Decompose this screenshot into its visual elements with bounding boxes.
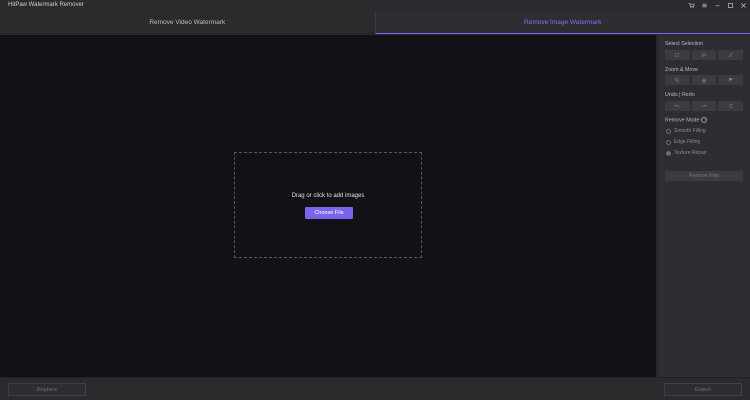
undo-button[interactable] <box>665 101 690 111</box>
tools-panel: Select Selection Zoom & Move Undo | Redo <box>657 35 750 377</box>
tab-label: Remove Video Watermark <box>149 18 226 26</box>
choose-file-button[interactable]: Choose File <box>305 207 353 219</box>
remove-now-button[interactable]: Remove Now <box>665 171 743 181</box>
select-selection-tools <box>665 50 744 60</box>
tab-remove-video-watermark[interactable]: Remove Video Watermark <box>0 11 375 34</box>
radio-label: Texture Repair <box>674 150 707 156</box>
tab-remove-image-watermark[interactable]: Remove Image Watermark <box>374 11 750 34</box>
radio-button[interactable] <box>666 150 671 156</box>
bottom-bar: Replace Export <box>0 377 750 400</box>
hand-move-icon <box>702 78 706 83</box>
redo-icon <box>701 104 707 108</box>
radio-label: Edge Filling <box>674 139 701 145</box>
hand-move-button[interactable] <box>691 75 717 85</box>
undo-icon <box>674 104 680 108</box>
radio-button[interactable] <box>666 128 671 134</box>
brush-button[interactable] <box>718 50 744 60</box>
undo-redo-label: Undo | Redo <box>665 92 695 98</box>
image-dropzone[interactable]: Drag or click to add images Choose File <box>234 152 422 258</box>
mode-tabs: Remove Video Watermark Remove Image Wate… <box>0 11 750 34</box>
radio-edge-filling[interactable]: Edge Filling <box>666 139 700 145</box>
remove-mode-header: Remove Mode? <box>665 117 708 124</box>
select-selection-label: Select Selection <box>665 41 703 47</box>
replace-button[interactable]: Replace <box>8 383 86 396</box>
radio-label: Smooth Filling <box>674 128 706 134</box>
title-bar: HitPaw Watermark Remover <box>0 0 750 11</box>
image-canvas: Drag or click to add images Choose File <box>0 35 656 377</box>
dropzone-prompt: Drag or click to add images <box>291 193 365 199</box>
maximize-icon[interactable] <box>725 1 735 10</box>
reset-button[interactable] <box>718 101 744 111</box>
zoom-move-label: Zoom & Move <box>665 67 698 73</box>
radio-texture-repair[interactable]: Texture Repair <box>666 150 707 156</box>
tab-label: Remove Image Watermark <box>524 18 602 26</box>
rect-select-icon <box>675 52 680 58</box>
reset-icon <box>728 103 733 108</box>
radio-smooth-filling[interactable]: Smooth Filling <box>666 128 706 134</box>
window-controls <box>686 1 748 10</box>
zoom-move-tools <box>665 75 744 85</box>
zoom-in-button[interactable] <box>665 75 690 85</box>
flag-button[interactable] <box>718 75 744 85</box>
lasso-button[interactable] <box>691 50 717 60</box>
close-icon[interactable] <box>738 1 748 10</box>
minimize-icon[interactable] <box>712 1 722 10</box>
rect-select-button[interactable] <box>665 50 690 60</box>
cart-icon[interactable] <box>686 1 696 10</box>
remove-mode-label: Remove Mode <box>665 117 700 124</box>
help-icon[interactable]: ? <box>701 117 708 123</box>
export-button[interactable]: Export <box>664 383 742 396</box>
zoom-in-icon <box>675 77 680 83</box>
brush-icon <box>728 52 733 58</box>
app-title: HitPaw Watermark Remover <box>8 2 84 8</box>
undo-redo-tools <box>665 101 744 111</box>
redo-button[interactable] <box>691 101 717 111</box>
lasso-icon <box>701 52 707 58</box>
radio-button[interactable] <box>666 139 671 145</box>
menu-icon[interactable] <box>699 1 709 10</box>
flag-icon <box>728 77 733 83</box>
